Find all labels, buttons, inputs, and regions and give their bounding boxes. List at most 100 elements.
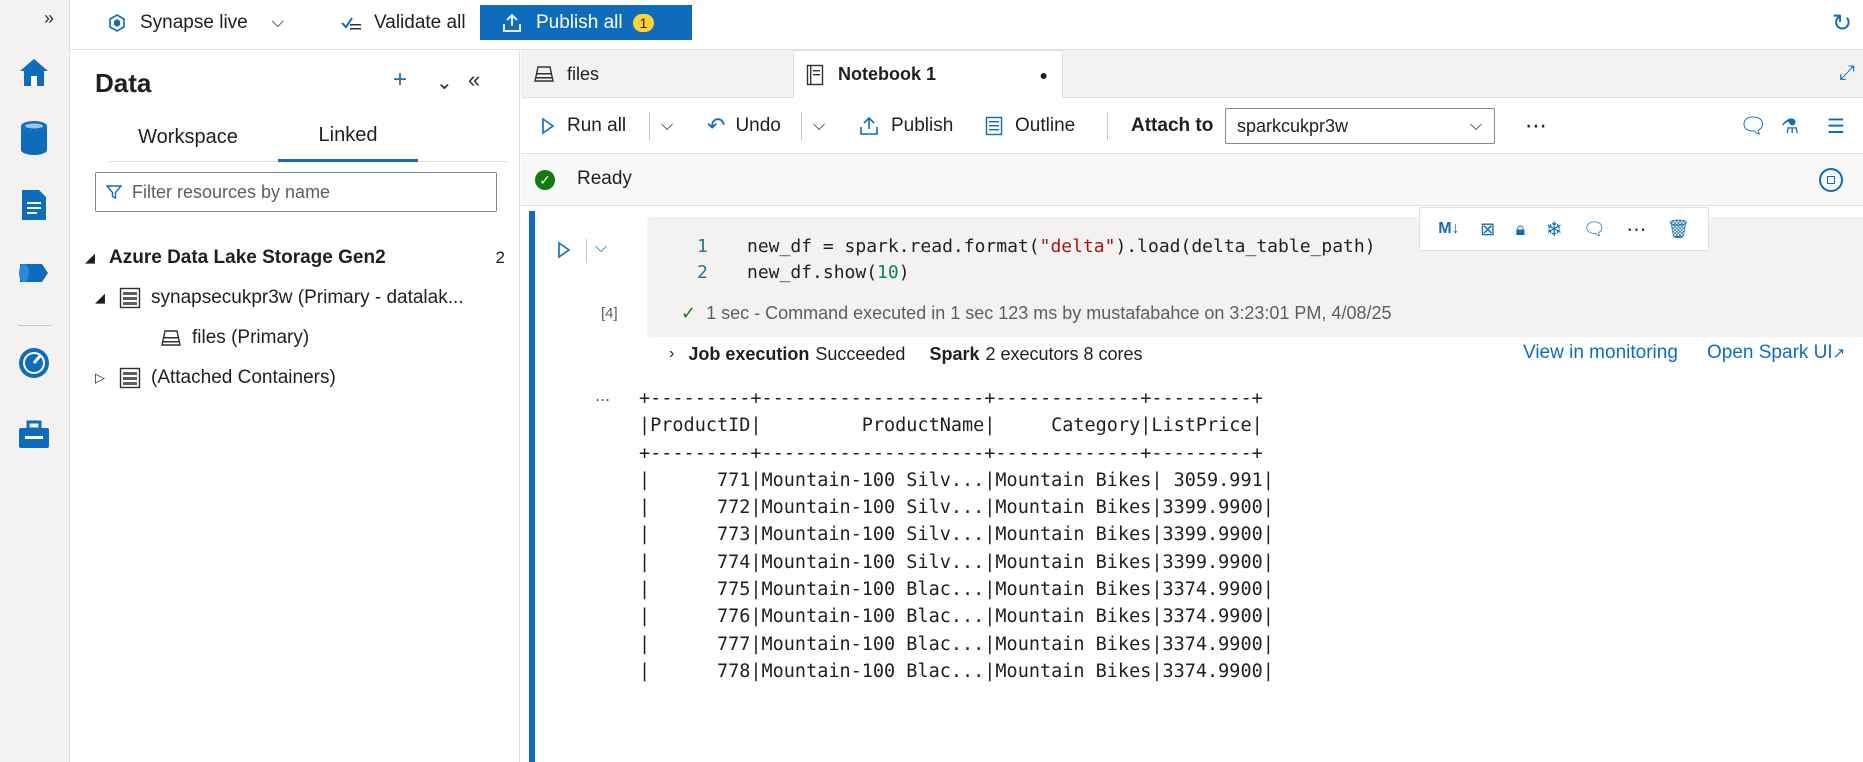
doc-tab-notebook-label: Notebook 1 [838,64,937,84]
data-hub-icon[interactable] [14,118,54,158]
output-line: | 775|Mountain-100 Blac...|Mountain Bike… [639,579,1274,601]
undo-label: Undo [735,115,781,136]
attached-containers-label: (Attached Containers) [151,367,336,388]
toolbar-divider [801,112,802,140]
collapse-panel-icon[interactable]: « [468,67,480,93]
output-line: | 778|Mountain-100 Blac...|Mountain Bike… [639,660,1274,682]
filter-resources-input[interactable]: Filter resources by name [95,172,497,212]
view-in-monitoring-link[interactable]: View in monitoring [1523,342,1678,364]
maximize-icon[interactable]: ⤢ [1839,62,1855,85]
execution-info-text: 1 sec - Command executed in 1 sec 123 ms… [706,303,1392,323]
add-resource-icon[interactable]: + [393,66,407,94]
output-line: |ProductID| ProductName| Category|ListPr… [639,415,1263,437]
undo-icon: ↶ [707,113,726,138]
tree-item-storage-account[interactable]: ◢ synapsecukpr3w (Primary - datalak... [95,278,495,318]
comments-icon[interactable]: 🗨 [1739,98,1767,154]
tab-workspace[interactable]: Workspace [108,112,268,162]
tree-item-files-container[interactable]: files (Primary) [160,318,309,358]
refresh-icon[interactable]: ↻ [1832,0,1852,46]
notebook-icon [806,64,824,85]
run-all-label: Run all [567,115,627,136]
files-container-label: files (Primary) [192,327,310,348]
variables-icon[interactable]: ⚗ [1781,98,1799,154]
manage-hub-icon[interactable] [14,415,54,455]
job-execution-row[interactable]: › Job execution Succeeded Spark 2 execut… [669,332,1143,376]
editor-area: files Notebook 1 ● ⤢ Run all ⌵ ↶ Undo ⌵ … [521,50,1863,762]
delete-cell-icon[interactable]: 🗑 [1667,219,1690,240]
filter-placeholder: Filter resources by name [132,181,331,202]
cell-focus-bar [529,211,535,762]
line-number: 2 [697,262,708,283]
outline-icon [985,116,1003,136]
code-cell[interactable]: ⌵ [4] 1 2 new_df = spark.read.format("de… [529,207,1863,762]
output-line: +---------+--------------------+--------… [639,388,1263,409]
expand-nav-icon[interactable]: » [44,8,54,29]
data-panel-title: Data [95,68,152,98]
run-all-button[interactable]: Run all [541,98,626,154]
output-line: +---------+--------------------+--------… [639,442,1263,464]
data-tabs: Workspace Linked [108,112,508,162]
data-panel: Data + ⌄ « Workspace Linked Filter resou… [70,50,520,762]
doc-tab-notebook[interactable]: Notebook 1 ● [793,50,1063,98]
lock-icon[interactable]: 🔒︎ [1516,219,1526,240]
output-line: | 774|Mountain-100 Silv...|Mountain Bike… [639,551,1274,573]
notebook-toolbar: Run all ⌵ ↶ Undo ⌵ Publish Outline Attac… [521,98,1863,154]
container-icon [534,66,554,82]
expanded-arrow-icon: ◢ [85,250,95,265]
validate-all-button[interactable]: Validate all [340,0,466,46]
tree-section-count: 2 [495,248,505,267]
rail-divider [18,325,52,326]
success-check-icon: ✓ [535,170,555,190]
tree-section-adls[interactable]: ◢ Azure Data Lake Storage Gen2 2 [85,238,505,278]
stop-session-icon[interactable] [1819,168,1843,192]
run-cell-icon[interactable] [557,241,571,264]
collapsed-arrow-icon: ▷ [95,370,105,385]
publish-button[interactable]: Publish [859,98,953,154]
add-comment-icon[interactable]: 🗨 [1583,219,1606,240]
document-tabs: files Notebook 1 ● ⤢ [521,50,1863,98]
execution-info: ✓ 1 sec - Command executed in 1 sec 123 m… [681,303,1391,324]
output-line: | 772|Mountain-100 Silv...|Mountain Bike… [639,497,1274,519]
develop-hub-icon[interactable] [14,185,54,225]
container-icon [161,330,181,346]
output-line: | 771|Mountain-100 Silv...|Mountain Bike… [639,469,1274,491]
markdown-toggle-icon[interactable]: M↓ [1438,220,1459,238]
outline-button[interactable]: Outline [985,98,1075,154]
doc-tab-files[interactable]: files [533,50,803,98]
more-options-icon[interactable]: ⋯ [1525,98,1547,154]
session-status-label: Ready [577,168,632,189]
validate-icon [341,17,361,30]
cell-options-chevron-icon[interactable]: ⌵ [595,239,607,257]
synapse-live-dropdown[interactable]: Synapse live ⌵ [108,0,284,46]
tab-linked[interactable]: Linked [278,112,418,162]
toolbar-divider [649,112,650,140]
undo-options-chevron-icon[interactable]: ⌵ [813,98,825,154]
upload-icon [503,13,521,32]
tree-section-label: Azure Data Lake Storage Gen2 [109,247,386,268]
run-options-chevron-icon[interactable]: ⌵ [661,98,673,154]
integrate-hub-icon[interactable] [14,253,54,293]
monitor-hub-icon[interactable] [14,343,54,383]
tree-item-attached-containers[interactable]: ▷ (Attached Containers) [95,358,336,398]
freeze-cell-icon[interactable]: ❄ [1546,217,1563,242]
more-cell-options-icon[interactable]: ⋯ [1626,217,1646,242]
undo-button[interactable]: ↶ Undo [707,98,781,154]
open-spark-ui-link[interactable]: Open Spark UI↗ [1707,342,1845,364]
collapse-all-icon[interactable]: ⌄ [436,70,453,95]
output-line: | 776|Mountain-100 Blac...|Mountain Bike… [639,606,1274,628]
execution-count: [4] [601,305,618,322]
home-icon[interactable] [14,52,54,92]
properties-icon[interactable]: ☰ [1827,98,1845,154]
storage-account-label: synapsecukpr3w (Primary - datalak... [151,287,464,308]
toolbar-divider [1107,112,1108,140]
output-more-icon[interactable]: ... [595,385,610,406]
open-spark-ui-label: Open Spark UI [1707,342,1833,363]
chevron-right-icon[interactable]: › [669,345,674,363]
code-line-2: new_df.show(10) [747,262,910,283]
job-status: Succeeded [815,343,906,364]
clear-output-icon[interactable]: ⊠ [1480,219,1495,240]
publish-label: Publish [891,115,954,136]
publish-all-button[interactable]: Publish all 1 [480,5,692,40]
validate-all-label: Validate all [374,12,466,33]
spark-pool-select[interactable]: sparkcukpr3w ⌵ [1225,108,1495,144]
